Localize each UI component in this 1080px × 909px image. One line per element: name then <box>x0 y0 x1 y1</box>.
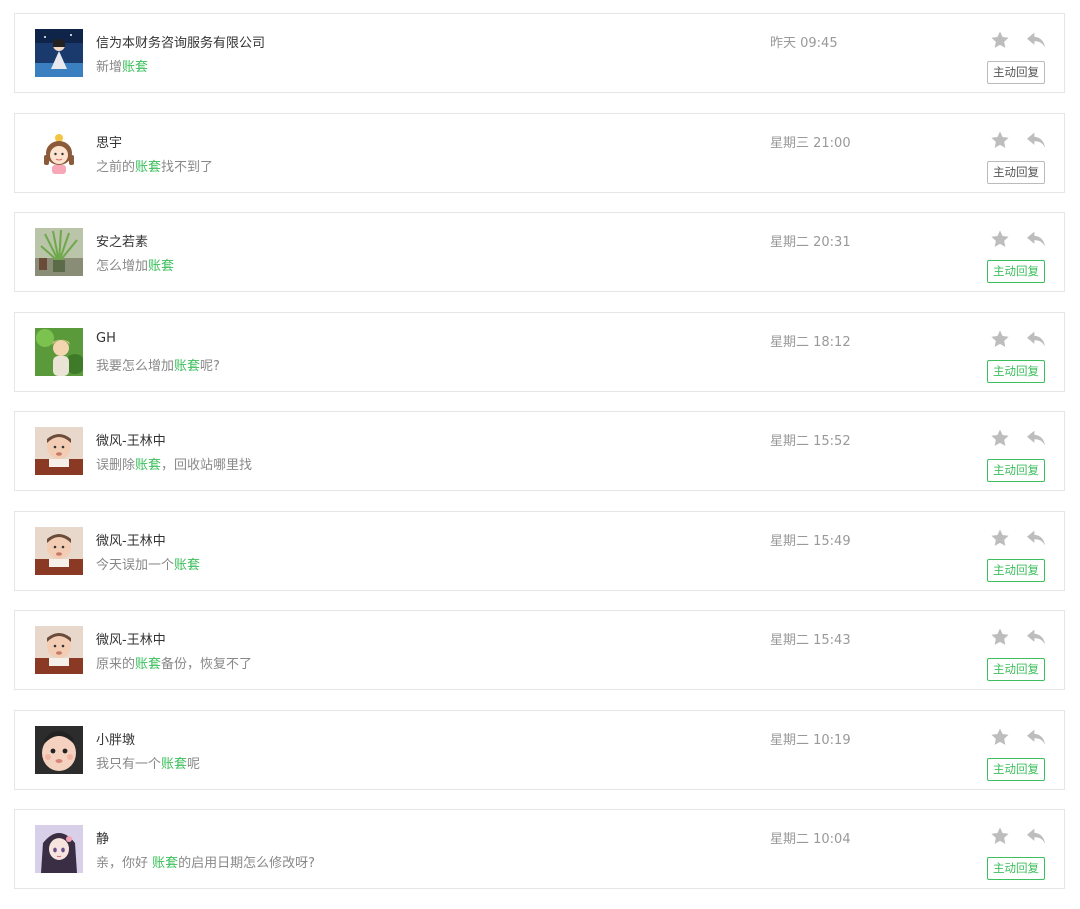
message-text-before: 误删除 <box>96 458 136 473</box>
message-card[interactable]: 小胖墩 我只有一个账套呢 星期二 10:19 主动回复 <box>14 709 1065 790</box>
reply-button[interactable]: 主动回复 <box>987 61 1045 84</box>
star-icon[interactable] <box>990 528 1010 548</box>
message-time: 星期二 20:31 <box>770 235 851 250</box>
message-time: 星期二 15:43 <box>770 633 851 648</box>
message-text: 新增账套 <box>96 56 148 75</box>
message-keyword: 账套 <box>135 657 162 672</box>
reply-button[interactable]: 主动回复 <box>987 459 1045 482</box>
message-keyword: 账套 <box>135 458 162 473</box>
star-icon[interactable] <box>990 826 1010 846</box>
message-text: 今天误加一个账套 <box>96 554 200 573</box>
sender-name: 静 <box>96 832 110 847</box>
star-icon[interactable] <box>990 30 1010 50</box>
sender-name: 信为本财务咨询服务有限公司 <box>96 36 266 51</box>
message-card[interactable]: 思宇 之前的账套找不到了 星期三 21:00 主动回复 <box>14 112 1065 193</box>
message-text-after: 的启用日期怎么修改呀? <box>178 856 316 871</box>
message-text-before: 怎么增加 <box>96 259 149 274</box>
message-text-after: 备份，恢复不了 <box>161 657 253 672</box>
reply-icon[interactable] <box>1026 628 1046 646</box>
star-icon[interactable] <box>990 329 1010 349</box>
sender-name: 微风-王林中 <box>96 633 166 648</box>
sender-name: 思宇 <box>96 135 123 151</box>
avatar[interactable] <box>35 128 83 177</box>
message-time: 星期二 10:19 <box>770 732 851 748</box>
reply-icon[interactable] <box>1026 330 1046 348</box>
sender-name: 安之若素 <box>96 235 149 250</box>
message-card[interactable]: 微风-王林中 误删除账套，回收站哪里找 星期二 15:52 主动回复 <box>14 411 1065 491</box>
avatar[interactable] <box>35 725 83 774</box>
message-text-after: ，回收站哪里找 <box>161 458 253 473</box>
message-card[interactable]: 微风-王林中 原来的账套备份，恢复不了 星期二 15:43 主动回复 <box>14 610 1065 690</box>
message-time: 星期二 15:52 <box>770 434 851 449</box>
message-text-before: 今天误加一个 <box>96 557 175 573</box>
message-text-before: 我只有一个 <box>96 756 162 772</box>
message-text-after: 呢 <box>187 756 201 772</box>
star-icon[interactable] <box>990 627 1010 647</box>
message-list: 信为本财务咨询服务有限公司 新增账套 昨天 09:45 主动回复 思宇 之前的账… <box>14 13 1065 909</box>
message-keyword: 账套 <box>122 60 149 75</box>
reply-icon[interactable] <box>1026 827 1046 845</box>
reply-button[interactable]: 主动回复 <box>987 160 1045 184</box>
reply-button[interactable]: 主动回复 <box>987 857 1045 880</box>
star-icon[interactable] <box>990 229 1010 249</box>
message-time: 星期二 18:12 <box>770 334 851 350</box>
message-text: 误删除账套，回收站哪里找 <box>96 454 252 473</box>
message-text: 我要怎么增加账套呢? <box>96 355 220 374</box>
message-card[interactable]: 静 亲，你好 账套的启用日期怎么修改呀? 星期二 10:04 主动回复 <box>14 809 1065 889</box>
message-text-before: 我要怎么增加 <box>96 358 175 374</box>
message-keyword: 账套 <box>148 259 175 274</box>
message-text-before: 原来的 <box>96 657 136 672</box>
reply-button[interactable]: 主动回复 <box>987 260 1045 283</box>
message-text: 原来的账套备份，恢复不了 <box>96 653 252 672</box>
reply-button[interactable]: 主动回复 <box>987 359 1045 383</box>
star-icon[interactable] <box>990 727 1010 747</box>
message-text: 我只有一个账套呢 <box>96 753 200 772</box>
message-time: 星期二 10:04 <box>770 832 851 847</box>
reply-icon[interactable] <box>1026 728 1046 746</box>
message-keyword: 账套 <box>174 358 201 374</box>
message-text-before: 亲，你好 <box>96 856 153 871</box>
sender-name: GH <box>96 330 116 346</box>
message-text-after: 找不到了 <box>161 159 214 175</box>
avatar[interactable] <box>35 327 83 376</box>
avatar[interactable] <box>35 427 83 475</box>
message-time: 星期二 15:49 <box>770 533 851 549</box>
message-text-before: 之前的 <box>96 159 136 175</box>
reply-button[interactable]: 主动回复 <box>987 658 1045 681</box>
message-text: 之前的账套找不到了 <box>96 156 213 175</box>
message-keyword: 账套 <box>135 159 162 175</box>
reply-icon[interactable] <box>1026 529 1046 547</box>
message-time: 昨天 09:45 <box>770 36 838 51</box>
star-icon[interactable] <box>990 428 1010 448</box>
message-time: 星期三 21:00 <box>770 135 851 151</box>
avatar[interactable] <box>35 526 83 575</box>
message-keyword: 账套 <box>161 756 188 772</box>
reply-button[interactable]: 主动回复 <box>987 558 1045 582</box>
reply-icon[interactable] <box>1026 230 1046 248</box>
sender-name: 微风-王林中 <box>96 434 166 449</box>
message-text-after: 呢? <box>200 358 220 374</box>
message-keyword: 账套 <box>174 557 201 573</box>
sender-name: 微风-王林中 <box>96 533 166 549</box>
message-card[interactable]: 安之若素 怎么增加账套 星期二 20:31 主动回复 <box>14 212 1065 292</box>
reply-icon[interactable] <box>1026 131 1046 149</box>
avatar[interactable] <box>35 29 83 77</box>
message-text-before: 新增 <box>96 60 123 75</box>
avatar[interactable] <box>35 228 83 276</box>
star-icon[interactable] <box>990 130 1010 150</box>
avatar[interactable] <box>35 825 83 873</box>
reply-icon[interactable] <box>1026 31 1046 49</box>
reply-icon[interactable] <box>1026 429 1046 447</box>
message-card[interactable]: GH 我要怎么增加账套呢? 星期二 18:12 主动回复 <box>14 311 1065 392</box>
message-keyword: 账套 <box>152 856 179 871</box>
reply-button[interactable]: 主动回复 <box>987 757 1045 781</box>
message-text: 亲，你好 账套的启用日期怎么修改呀? <box>96 852 315 871</box>
message-text: 怎么增加账套 <box>96 255 174 274</box>
sender-name: 小胖墩 <box>96 732 136 748</box>
message-card[interactable]: 微风-王林中 今天误加一个账套 星期二 15:49 主动回复 <box>14 510 1065 591</box>
avatar[interactable] <box>35 626 83 674</box>
message-card[interactable]: 信为本财务咨询服务有限公司 新增账套 昨天 09:45 主动回复 <box>14 13 1065 93</box>
